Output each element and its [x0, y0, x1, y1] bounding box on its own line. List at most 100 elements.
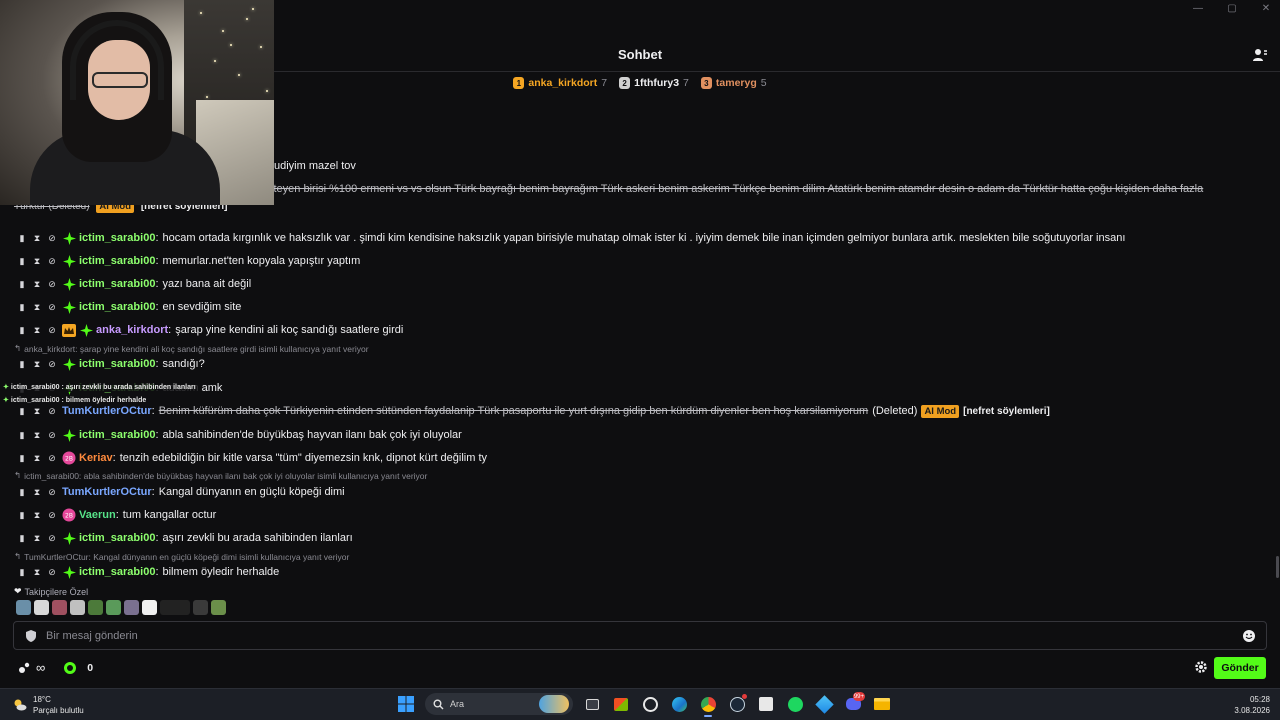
- chat-message[interactable]: ▮ ⧗ ⊘ TumKurtlerOCtur: Benim küfürüm daha ço…: [18, 403, 1050, 419]
- timeout-icon[interactable]: ⧗: [33, 302, 41, 312]
- chat-username[interactable]: ictim_sarabi00: [79, 429, 155, 441]
- emote[interactable]: [124, 600, 139, 615]
- ban-icon[interactable]: ⊘: [48, 510, 56, 520]
- timeout-icon[interactable]: ⧗: [33, 510, 41, 520]
- trash-icon[interactable]: ▮: [18, 256, 26, 266]
- reply-reference[interactable]: ↰ TumKurtlerOCtur: Kangal dünyanın en güç…: [14, 551, 349, 562]
- chat-message[interactable]: ▮ ⧗ ⊘ TumKurtlerOCtur: Kangal dünyanın en gü…: [18, 484, 345, 500]
- emote[interactable]: [16, 600, 31, 615]
- ban-icon[interactable]: ⊘: [48, 279, 56, 289]
- leaderboard-entry[interactable]: 3 tameryg 5: [700, 77, 767, 89]
- trash-icon[interactable]: ▮: [18, 510, 26, 520]
- minimize-button[interactable]: —: [1192, 3, 1204, 14]
- code-editor-icon[interactable]: [756, 694, 776, 714]
- trash-icon[interactable]: ▮: [18, 430, 26, 440]
- ban-icon[interactable]: ⊘: [48, 359, 56, 369]
- chat-scrollbar[interactable]: [1276, 556, 1279, 578]
- chat-message[interactable]: ▮ ⧗ ⊘ ictim_sarabi00: aşırı zevkli bu arada …: [18, 530, 353, 546]
- chrome-icon[interactable]: [698, 694, 718, 717]
- timeout-icon[interactable]: ⧗: [33, 533, 41, 543]
- chat-username[interactable]: ictim_sarabi00: [79, 255, 155, 267]
- emote[interactable]: [211, 600, 226, 615]
- trash-icon[interactable]: ▮: [18, 325, 26, 335]
- ban-icon[interactable]: ⊘: [48, 487, 56, 497]
- ban-icon[interactable]: ⊘: [48, 406, 56, 416]
- trash-icon[interactable]: ▮: [18, 279, 26, 289]
- emote[interactable]: [88, 600, 103, 615]
- ban-icon[interactable]: ⊘: [48, 302, 56, 312]
- chat-username[interactable]: TumKurtlerOCtur: [62, 486, 152, 498]
- chat-username[interactable]: ictim_sarabi00: [79, 566, 155, 578]
- chat-message[interactable]: ▮ ⧗ ⊘ ictim_sarabi00: bilmem öyledir herhald…: [18, 564, 279, 580]
- vpn-icon[interactable]: [814, 694, 834, 714]
- timeout-icon[interactable]: ⧗: [33, 567, 41, 577]
- chat-username[interactable]: ictim_sarabi00: [79, 232, 155, 244]
- spotify-icon[interactable]: [785, 694, 805, 714]
- emote[interactable]: [160, 600, 190, 615]
- chat-message[interactable]: ▮ ⧗ ⊘ 2B Keriav: tenzih edebildiğin bir kitle…: [18, 450, 487, 466]
- trash-icon[interactable]: ▮: [18, 406, 26, 416]
- ban-icon[interactable]: ⊘: [48, 453, 56, 463]
- ban-icon[interactable]: ⊘: [48, 233, 56, 243]
- chat-username[interactable]: ictim_sarabi00: [79, 278, 155, 290]
- chat-username[interactable]: anka_kirkdort: [96, 324, 168, 336]
- emote[interactable]: [52, 600, 67, 615]
- timeout-icon[interactable]: ⧗: [33, 453, 41, 463]
- leaderboard-entry[interactable]: 1 anka_kirkdort 7: [513, 77, 607, 89]
- ban-icon[interactable]: ⊘: [48, 325, 56, 335]
- ban-icon[interactable]: ⊘: [48, 256, 56, 266]
- trash-icon[interactable]: ▮: [18, 453, 26, 463]
- chat-message[interactable]: ▮ ⧗ ⊘ ictim_sarabi00: memurlar.net'ten kopya…: [18, 253, 360, 269]
- file-explorer-icon[interactable]: [872, 694, 892, 714]
- timeout-icon[interactable]: ⧗: [33, 487, 41, 497]
- reply-reference[interactable]: ↰ anka_kirkdort: şarap yine kendini ali k…: [14, 343, 369, 354]
- chat-message[interactable]: ▮ ⧗ ⊘ ictim_sarabi00: sandığı?: [18, 356, 205, 372]
- timeout-icon[interactable]: ⧗: [33, 256, 41, 266]
- emote[interactable]: [142, 600, 157, 615]
- ban-icon[interactable]: ⊘: [48, 430, 56, 440]
- chat-message[interactable]: ▮ ⧗ ⊘ ictim_sarabi00: hocam ortada kırgınlık…: [18, 230, 1125, 246]
- ban-icon[interactable]: ⊘: [48, 567, 56, 577]
- trash-icon[interactable]: ▮: [18, 533, 26, 543]
- timeout-icon[interactable]: ⧗: [33, 233, 41, 243]
- emote[interactable]: [34, 600, 49, 615]
- chat-username[interactable]: ictim_sarabi00: [79, 301, 155, 313]
- chat-message[interactable]: ▮ ⧗ ⊘ 2B Vaerun: tum kangallar octur: [18, 507, 216, 523]
- taskbar-search[interactable]: Ara: [425, 693, 573, 715]
- task-view-icon[interactable]: [582, 694, 602, 714]
- trash-icon[interactable]: ▮: [18, 567, 26, 577]
- system-clock[interactable]: 05:28 3.08.2026: [1234, 694, 1270, 716]
- edge-icon[interactable]: [669, 694, 689, 714]
- leaderboard-entry[interactable]: 2 1fthfury3 7: [619, 77, 689, 89]
- chat-username[interactable]: Vaerun: [79, 509, 116, 521]
- chat-username[interactable]: Keriav: [79, 452, 113, 464]
- emote[interactable]: [193, 600, 208, 615]
- chat-username[interactable]: TumKurtlerOCtur: [62, 405, 152, 417]
- emoji-picker-icon[interactable]: [1242, 629, 1256, 643]
- timeout-icon[interactable]: ⧗: [33, 406, 41, 416]
- close-window-button[interactable]: ✕: [1260, 3, 1272, 14]
- steam-icon[interactable]: [727, 694, 747, 714]
- user-list-icon[interactable]: [1252, 47, 1268, 63]
- discord-icon[interactable]: 99+: [843, 692, 865, 714]
- timeout-icon[interactable]: ⧗: [33, 325, 41, 335]
- chat-message[interactable]: ▮ ⧗ ⊘ ictim_sarabi00: en sevdiğim site: [18, 299, 241, 315]
- maximize-button[interactable]: ▢: [1226, 3, 1238, 14]
- gear-icon[interactable]: [1194, 660, 1208, 674]
- chat-username[interactable]: ictim_sarabi00: [79, 358, 155, 370]
- weather-widget[interactable]: 18°C Parçalı bulutlu: [12, 694, 84, 716]
- send-button[interactable]: Gönder: [1214, 657, 1266, 679]
- reply-reference[interactable]: ↰ ictim_sarabi00: abla sahibinden'de büyü…: [14, 470, 427, 481]
- start-button[interactable]: [396, 694, 416, 714]
- emote[interactable]: [106, 600, 121, 615]
- chatgpt-icon[interactable]: [640, 694, 660, 714]
- channel-points[interactable]: ∞ 0: [18, 660, 93, 675]
- emote[interactable]: [70, 600, 85, 615]
- chat-username[interactable]: ictim_sarabi00: [79, 532, 155, 544]
- chat-message[interactable]: ▮ ⧗ ⊘ ictim_sarabi00: abla sahibinden'de büy…: [18, 427, 462, 443]
- microsoft-store-icon[interactable]: [611, 694, 631, 714]
- trash-icon[interactable]: ▮: [18, 487, 26, 497]
- ban-icon[interactable]: ⊘: [48, 533, 56, 543]
- message-input[interactable]: [46, 629, 1242, 642]
- trash-icon[interactable]: ▮: [18, 359, 26, 369]
